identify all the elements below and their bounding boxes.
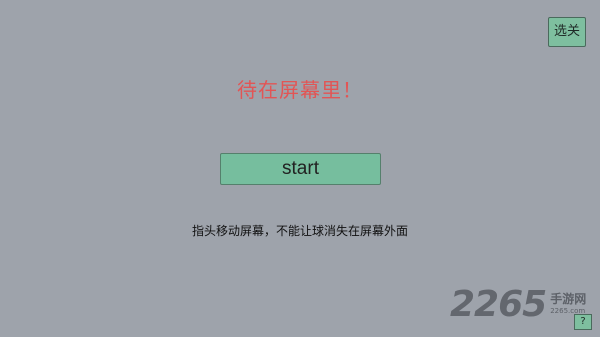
start-button[interactable]: start bbox=[220, 153, 381, 185]
game-title: 待在屏幕里！ bbox=[237, 78, 363, 102]
start-label: start bbox=[282, 158, 319, 179]
level-select-label: 选关 bbox=[553, 24, 580, 39]
game-screen: 选关 待在屏幕里！ start 指头移动屏幕，不能让球消失在屏幕外面 2265 … bbox=[0, 0, 600, 337]
help-icon: ? bbox=[580, 316, 586, 327]
help-button[interactable]: ? bbox=[574, 314, 592, 330]
watermark-site-name: 手游网 bbox=[550, 292, 587, 306]
instruction-text: 指头移动屏幕，不能让球消失在屏幕外面 bbox=[191, 224, 408, 238]
watermark-text-group: 手游网 2265.com bbox=[550, 292, 586, 316]
watermark-number: 2265 bbox=[450, 283, 547, 325]
site-watermark-logo: 2265 手游网 2265.com bbox=[450, 282, 586, 326]
level-select-button[interactable]: 选关 bbox=[548, 17, 586, 47]
